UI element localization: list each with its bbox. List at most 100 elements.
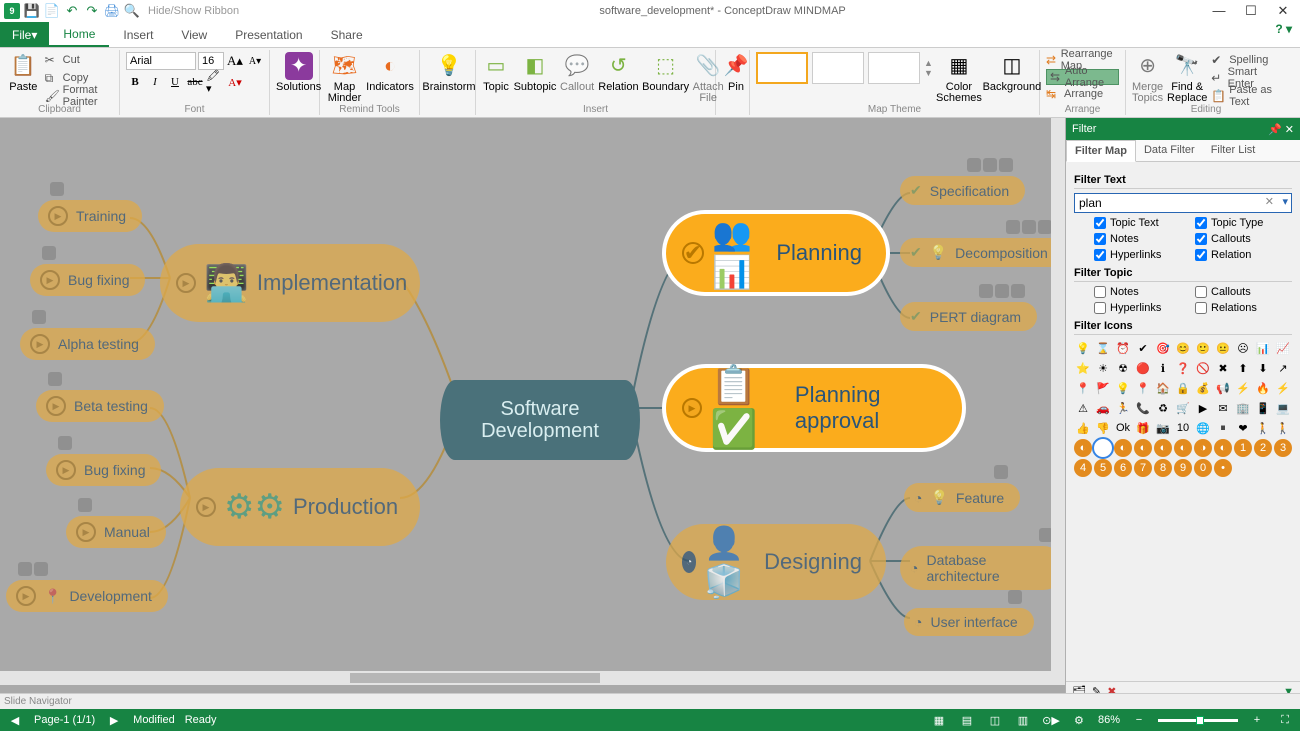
filter-text-input[interactable] — [1074, 193, 1292, 213]
filter-icon-item[interactable]: 🔥 — [1254, 379, 1272, 397]
redo-icon[interactable]: ↷ — [84, 3, 100, 19]
format-painter-button[interactable]: 🖌Format Painter — [45, 88, 113, 104]
node-spec[interactable]: ✔Specification — [900, 176, 1025, 205]
preview-icon[interactable]: 🔍 — [124, 3, 140, 19]
filter-icon-item[interactable]: 📍 — [1074, 379, 1092, 397]
prev-page-icon[interactable]: ◀ — [6, 714, 24, 727]
filter-icon-item[interactable]: 3 — [1274, 439, 1292, 457]
highlight-button[interactable]: 🖍▾ — [206, 73, 224, 91]
merge-topics-button[interactable]: ⊕Merge Topics — [1132, 52, 1163, 104]
filter-icon-item[interactable]: 👎 — [1094, 419, 1112, 437]
node-planning[interactable]: ✔ 👥📊 Planning — [666, 214, 886, 292]
node-center[interactable]: Software Development — [460, 380, 620, 460]
filter-icon-item[interactable]: ◐ — [1154, 439, 1172, 457]
filter-icon-item[interactable]: 1 — [1234, 439, 1252, 457]
node-implementation[interactable]: ▶ 👨‍💻 Implementation — [160, 244, 420, 322]
tab-presentation[interactable]: Presentation — [221, 22, 316, 47]
close-button[interactable]: ✕ — [1270, 3, 1296, 19]
node-designing[interactable]: ◔ 👤🧊 Designing — [666, 524, 886, 600]
node-pert[interactable]: ✔PERT diagram — [900, 302, 1037, 331]
filter-icon-item[interactable]: 6 — [1114, 459, 1132, 477]
filter-icon-item[interactable]: ⬇ — [1254, 359, 1272, 377]
node-bugfix-2[interactable]: ▶Bug fixing — [46, 454, 161, 486]
map-minder-button[interactable]: 🗺Map Minder — [326, 52, 363, 104]
filter-icon-item[interactable]: ❤ — [1234, 419, 1252, 437]
tchk-relations[interactable]: Relations — [1195, 302, 1292, 314]
filter-icon-item[interactable]: ⬆ — [1234, 359, 1252, 377]
background-button[interactable]: ◫Background — [985, 52, 1039, 93]
node-beta[interactable]: ▶Beta testing — [36, 390, 164, 422]
find-replace-button[interactable]: 🔭Find & Replace — [1167, 52, 1207, 104]
filter-icon-item[interactable]: 👍 — [1074, 419, 1092, 437]
filter-icon-item[interactable]: ☢ — [1114, 359, 1132, 377]
node-db[interactable]: ◔Database architecture — [900, 546, 1065, 590]
filter-icon-item[interactable]: 🚶 — [1274, 419, 1292, 437]
settings-icon[interactable]: ⚙ — [1070, 714, 1088, 727]
indicators-button[interactable]: ◐Indicators — [367, 52, 413, 93]
play-presentation-icon[interactable]: ⊙▶ — [1042, 714, 1060, 727]
filter-icon-item[interactable]: ✖ — [1214, 359, 1232, 377]
filter-icon-item[interactable]: ⚠ — [1074, 399, 1092, 417]
tchk-hyperlinks[interactable]: Hyperlinks — [1094, 302, 1191, 314]
filter-icon-item[interactable]: ◐ — [1214, 439, 1232, 457]
theme-preset-2[interactable] — [812, 52, 864, 84]
solutions-button[interactable]: ✦Solutions — [276, 52, 321, 93]
filter-icon-item[interactable]: 🎯 — [1154, 339, 1172, 357]
chk-notes[interactable]: Notes — [1094, 233, 1191, 245]
node-training[interactable]: ▶Training — [38, 200, 142, 232]
zoom-slider[interactable] — [1158, 719, 1238, 722]
node-manual[interactable]: ▶Manual — [66, 516, 166, 548]
auto-arrange-button[interactable]: ⇆Auto Arrange — [1046, 69, 1119, 85]
filter-icon-item[interactable]: 💻 — [1274, 399, 1292, 417]
italic-button[interactable]: I — [146, 73, 164, 91]
print-icon[interactable]: 🖨 — [104, 3, 120, 19]
filter-icon-item[interactable]: 📞 — [1134, 399, 1152, 417]
node-ui[interactable]: ◔User interface — [904, 608, 1034, 636]
filter-icon-item[interactable]: 🎁 — [1134, 419, 1152, 437]
filter-icon-item[interactable]: ⚡ — [1234, 379, 1252, 397]
zoom-out-icon[interactable]: − — [1130, 714, 1148, 726]
help-button[interactable]: ? ▾ — [1275, 22, 1292, 47]
horizontal-scrollbar[interactable] — [0, 671, 1051, 685]
filter-icon-item[interactable]: 💡 — [1114, 379, 1132, 397]
filter-icon-item[interactable]: ▶ — [1194, 399, 1212, 417]
relation-button[interactable]: ↺Relation — [598, 52, 638, 93]
filter-icon-item[interactable]: 2 — [1254, 439, 1272, 457]
filter-icon-item[interactable]: 🔒 — [1174, 379, 1192, 397]
filter-icon-item[interactable]: ⏸ — [1214, 419, 1232, 437]
filter-icon-item[interactable]: • — [1214, 459, 1232, 477]
view-mode-2[interactable]: ▤ — [958, 714, 976, 727]
tab-home[interactable]: Home — [49, 22, 109, 47]
minimize-button[interactable]: — — [1206, 3, 1232, 19]
shrink-font-icon[interactable]: A▾ — [246, 52, 264, 70]
paste-as-text-button[interactable]: 📋Paste as Text — [1211, 88, 1280, 104]
tab-data-filter[interactable]: Data Filter — [1136, 140, 1203, 161]
node-bugfix-1[interactable]: ▶Bug fixing — [30, 264, 145, 296]
tchk-notes[interactable]: Notes — [1094, 286, 1191, 298]
filter-icon-item[interactable]: 📍 — [1134, 379, 1152, 397]
filter-icon-item[interactable]: 8 — [1154, 459, 1172, 477]
filter-icon-item[interactable]: ⭐ — [1074, 359, 1092, 377]
font-name-select[interactable] — [126, 52, 196, 70]
pin-button[interactable]: 📌Pin — [722, 52, 750, 93]
filter-icon-item[interactable]: ♻ — [1154, 399, 1172, 417]
filter-icon-item[interactable]: 🚗 — [1094, 399, 1112, 417]
filter-icon-item[interactable]: 📷 — [1154, 419, 1172, 437]
filter-icon-item[interactable]: ☀ — [1094, 359, 1112, 377]
filter-icon-item[interactable]: 🚶 — [1254, 419, 1272, 437]
tab-share[interactable]: Share — [317, 22, 377, 47]
fit-icon[interactable]: ⛶ — [1276, 714, 1294, 727]
cut-button[interactable]: ✂Cut — [45, 52, 113, 68]
tchk-callouts[interactable]: Callouts — [1195, 286, 1292, 298]
filter-icon-item[interactable]: 🏠 — [1154, 379, 1172, 397]
filter-icon-item[interactable]: ▶ — [1094, 439, 1112, 457]
theme-preset-1[interactable] — [756, 52, 808, 84]
node-feature[interactable]: ◔💡Feature — [904, 483, 1020, 512]
filter-icon-item[interactable]: ↗ — [1274, 359, 1292, 377]
filter-icon-item[interactable]: 9 — [1174, 459, 1192, 477]
filter-icon-item[interactable]: ◐ — [1174, 439, 1192, 457]
filter-icon-item[interactable]: 🌐 — [1194, 419, 1212, 437]
filter-icon-item[interactable]: 🏢 — [1234, 399, 1252, 417]
clear-input-icon[interactable]: ✕ — [1265, 195, 1274, 208]
next-page-icon[interactable]: ▶ — [105, 714, 123, 727]
